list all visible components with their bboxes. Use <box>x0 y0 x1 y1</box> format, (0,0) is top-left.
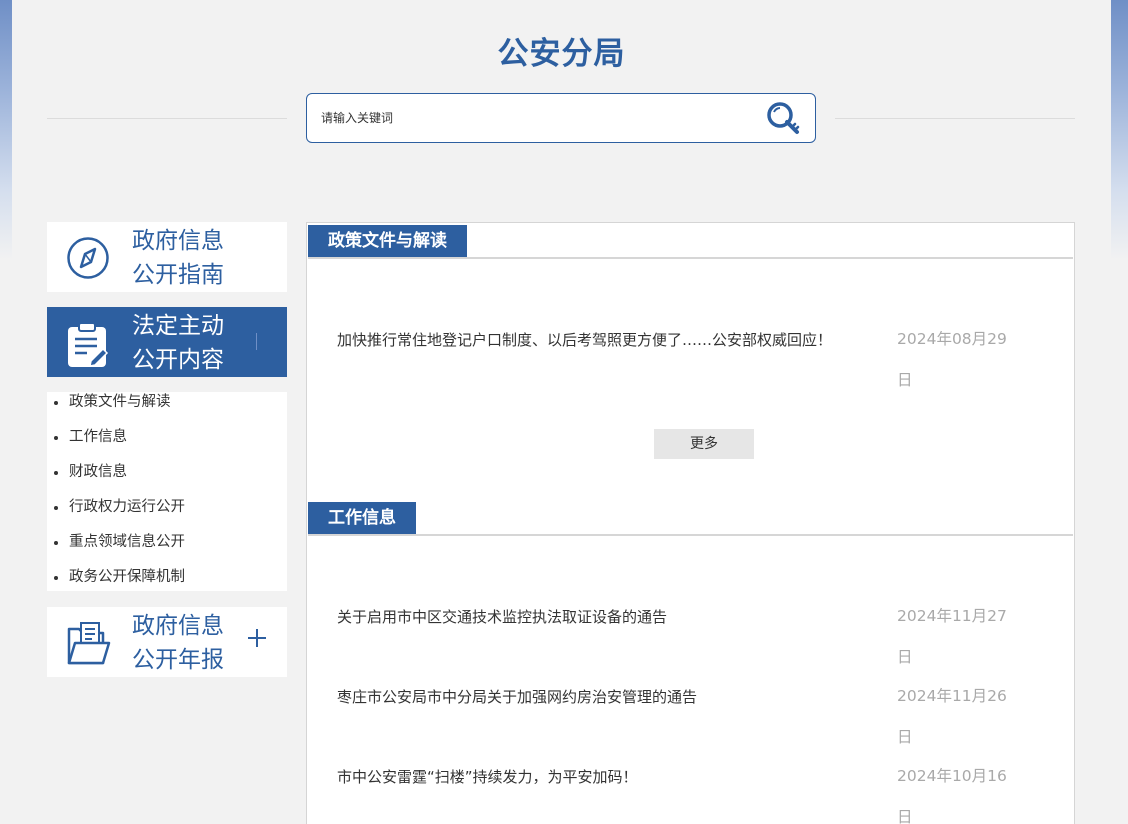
section-header-work: 工作信息 <box>308 500 1073 536</box>
folder-documents-icon <box>65 619 111 665</box>
search-icon[interactable] <box>763 99 803 139</box>
sidebar-item-active-label: 法定主动 公开内容 <box>132 313 224 373</box>
sidebar-item-annual-report-label: 政府信息 公开年报 <box>132 613 224 673</box>
news-item-date: 2024年10月16日 <box>897 767 1007 824</box>
divider-right <box>835 118 1075 119</box>
sidebar-item-active-disclosure[interactable]: 法定主动 公开内容 <box>47 307 287 377</box>
sidebar-sub-item[interactable]: 政策文件与解读 <box>47 392 287 427</box>
sidebar-sub-item[interactable]: 行政权力运行公开 <box>47 497 287 532</box>
sidebar-item-annual-report[interactable]: 政府信息 公开年报 <box>47 607 287 677</box>
collapse-indicator <box>256 333 257 350</box>
search-box <box>306 93 816 143</box>
more-button[interactable]: 更多 <box>654 429 754 459</box>
news-item-title[interactable]: 枣庄市公安局市中分局关于加强网约房治安管理的通告 <box>337 687 877 707</box>
plus-icon[interactable] <box>245 626 269 650</box>
site-title: 公安分局 <box>497 36 626 72</box>
section-tab-work[interactable]: 工作信息 <box>308 502 416 534</box>
news-item-date: 2024年11月27日 <box>897 607 1007 666</box>
section-header-policy: 政策文件与解读 <box>308 223 1073 259</box>
news-item-date: 2024年11月26日 <box>897 687 1007 746</box>
news-item-date: 2024年08月29日 <box>897 330 1007 389</box>
sidebar-item-guide-label: 政府信息 公开指南 <box>132 228 224 288</box>
content-panel: 政策文件与解读 加快推行常住地登记户口制度、以后考驾照更方便了……公安部权威回应… <box>306 222 1075 824</box>
news-item-title[interactable]: 关于启用市中区交通技术监控执法取证设备的通告 <box>337 607 877 627</box>
divider-left <box>47 118 287 119</box>
sidebar-sub-item[interactable]: 政务公开保障机制 <box>47 567 287 602</box>
sidebar-sub-item[interactable]: 重点领域信息公开 <box>47 532 287 567</box>
sidebar-sub-list: 政策文件与解读 工作信息 财政信息 行政权力运行公开 重点领域信息公开 政务公开… <box>47 392 287 591</box>
sidebar-sub-item[interactable]: 财政信息 <box>47 462 287 497</box>
section-tab-policy[interactable]: 政策文件与解读 <box>308 225 467 257</box>
search-input[interactable] <box>321 106 741 130</box>
news-item-title[interactable]: 市中公安雷霆“扫楼”持续发力，为平安加码！ <box>337 767 877 787</box>
clipboard-pen-icon <box>65 321 111 367</box>
sidebar-item-guide[interactable]: 政府信息 公开指南 <box>47 222 287 292</box>
compass-icon <box>65 236 111 280</box>
sidebar-sub-item[interactable]: 工作信息 <box>47 427 287 462</box>
news-item-title[interactable]: 加快推行常住地登记户口制度、以后考驾照更方便了……公安部权威回应！ <box>337 330 877 350</box>
page: 公安分局 政府信息 公开指南 <box>12 0 1111 824</box>
